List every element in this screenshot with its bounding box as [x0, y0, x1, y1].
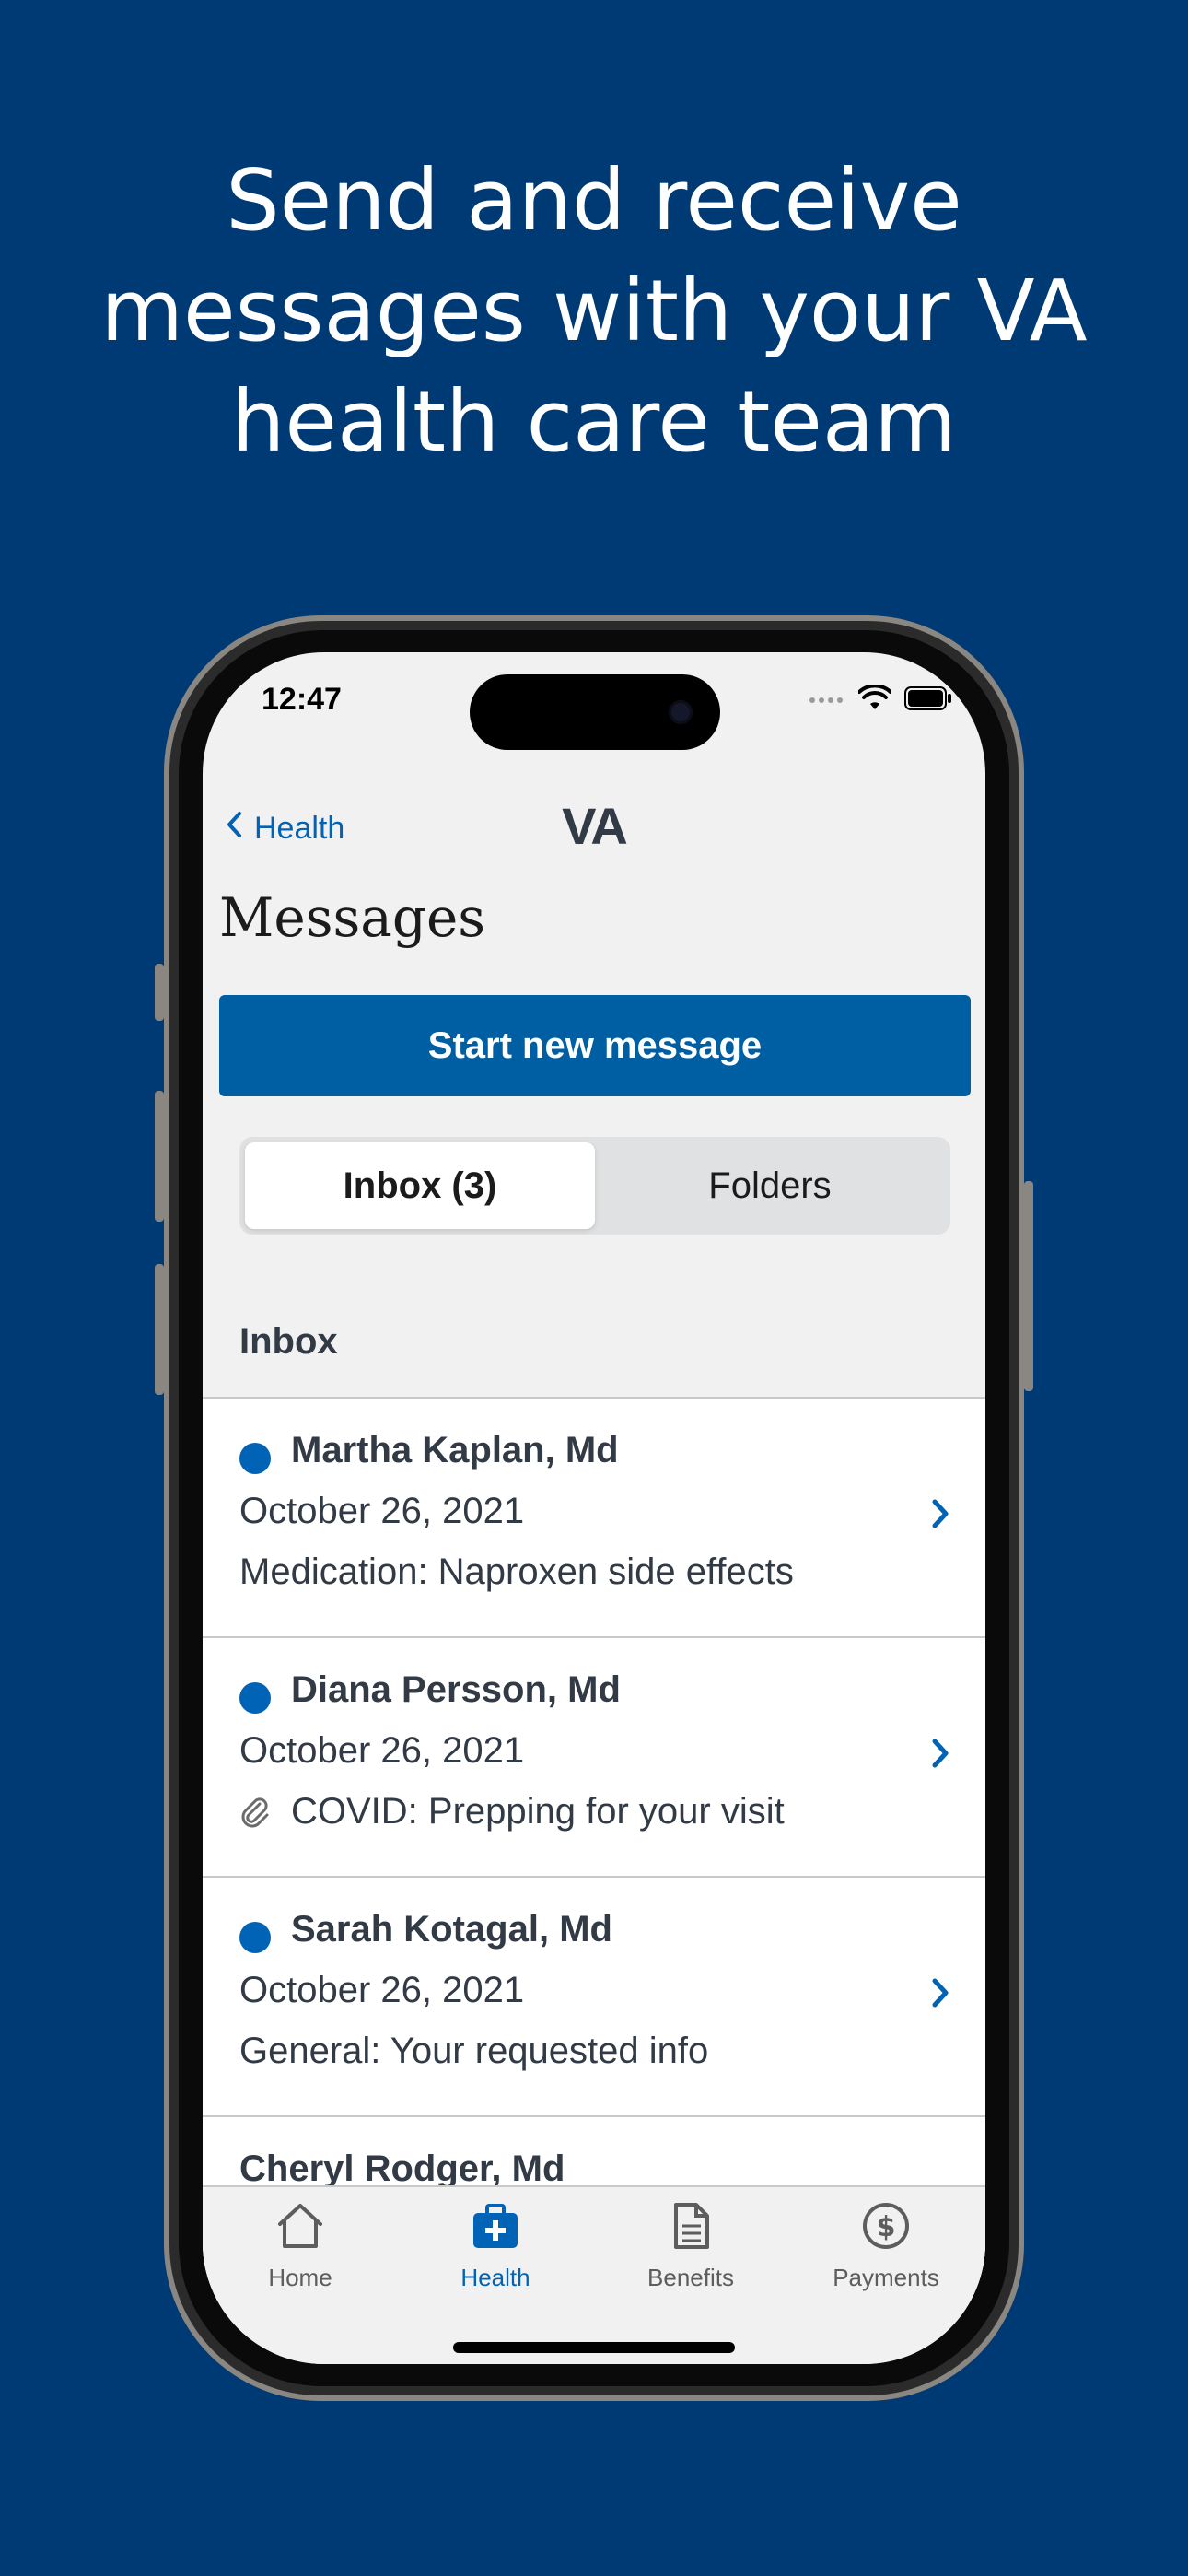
message-row[interactable]: Diana Persson, Md October 26, 2021 COVID… — [203, 1638, 985, 1878]
battery-icon — [904, 686, 952, 715]
action-button — [155, 964, 164, 1021]
headline-line-3: health care team — [231, 372, 957, 471]
tab-benefits-label: Benefits — [647, 2264, 734, 2291]
message-sender: Cheryl Rodger, Md — [239, 2149, 565, 2189]
chevron-right-icon — [930, 1738, 950, 1774]
headline: Send and receive messages with your VA h… — [0, 146, 1188, 477]
wifi-icon — [857, 684, 892, 716]
unread-dot-icon — [239, 1443, 271, 1474]
volume-up-button — [155, 1091, 164, 1222]
segmented-control: Inbox (3) Folders — [239, 1137, 950, 1235]
segment-inbox[interactable]: Inbox (3) — [245, 1142, 595, 1229]
chevron-right-icon — [930, 1498, 950, 1534]
unread-dot-icon — [239, 1682, 271, 1714]
paperclip-icon — [239, 1797, 271, 1832]
message-subject: COVID: Prepping for your visit — [291, 1791, 785, 1832]
unread-dot-icon — [239, 1922, 271, 1953]
tab-health-label: Health — [460, 2264, 530, 2291]
document-icon — [593, 2202, 788, 2256]
message-date: October 26, 2021 — [239, 1491, 525, 1531]
headline-line-1: Send and receive — [226, 151, 962, 250]
message-date: October 26, 2021 — [239, 1970, 525, 2010]
tab-payments-label: Payments — [833, 2264, 939, 2291]
message-date: October 26, 2021 — [239, 1730, 525, 1771]
home-indicator — [453, 2342, 735, 2353]
tab-bar: Home Health Benefits $ Payments — [203, 2185, 985, 2364]
tab-payments[interactable]: $ Payments — [788, 2202, 984, 2292]
status-icons — [809, 684, 952, 716]
dynamic-island — [470, 674, 720, 750]
chevron-right-icon — [930, 1977, 950, 2013]
tab-health[interactable]: Health — [398, 2202, 593, 2292]
message-row[interactable]: Martha Kaplan, Md October 26, 2021 Medic… — [203, 1399, 985, 1638]
message-subject: General: Your requested info — [239, 2031, 709, 2071]
status-time: 12:47 — [262, 682, 342, 717]
tab-home-label: Home — [268, 2264, 332, 2291]
tab-home[interactable]: Home — [203, 2202, 398, 2292]
camera-icon — [669, 700, 693, 724]
volume-down-button — [155, 1264, 164, 1395]
power-button — [1024, 1181, 1033, 1391]
message-sender: Sarah Kotagal, Md — [291, 1909, 612, 1950]
start-new-message-button[interactable]: Start new message — [219, 995, 971, 1096]
section-label-inbox: Inbox — [239, 1321, 338, 1362]
svg-text:$: $ — [877, 2211, 896, 2243]
medkit-icon — [398, 2202, 593, 2256]
va-logo: VA — [562, 797, 628, 855]
phone-screen: 12:47 Health VA Messages Start new messa… — [203, 652, 985, 2364]
tab-benefits[interactable]: Benefits — [593, 2202, 788, 2292]
home-icon — [203, 2202, 398, 2256]
headline-line-2: messages with your VA — [100, 262, 1088, 360]
message-sender: Martha Kaplan, Md — [291, 1430, 619, 1470]
segment-folders[interactable]: Folders — [595, 1142, 945, 1229]
message-sender: Diana Persson, Md — [291, 1669, 621, 1710]
page-title: Messages — [219, 886, 486, 949]
message-row[interactable]: Sarah Kotagal, Md October 26, 2021 Gener… — [203, 1878, 985, 2117]
dollar-circle-icon: $ — [788, 2202, 984, 2256]
signal-dots-icon — [809, 693, 845, 709]
message-subject: Medication: Naproxen side effects — [239, 1551, 794, 1592]
